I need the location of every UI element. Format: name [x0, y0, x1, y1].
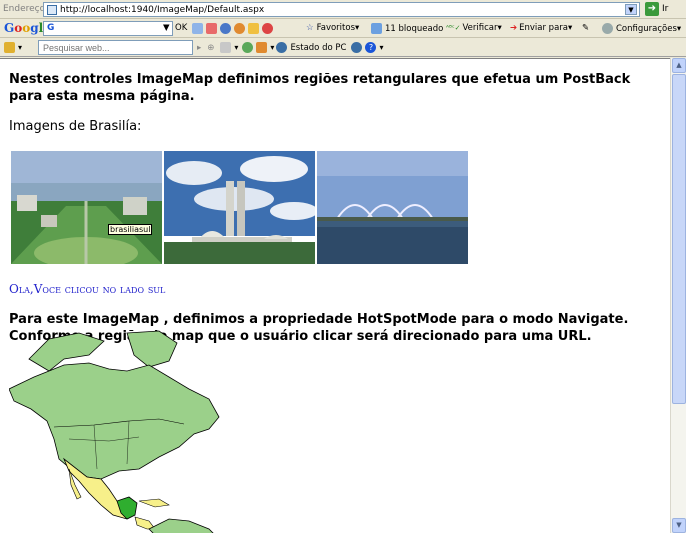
hotspot-tooltip: brasiliasul: [108, 224, 153, 235]
help-icon[interactable]: ?: [365, 42, 377, 53]
refresh-icon[interactable]: [234, 23, 245, 34]
star-icon: ☆: [306, 23, 314, 33]
settings-dropdown-icon: ▾: [676, 23, 682, 34]
spellcheck-label: Verificar: [462, 23, 498, 33]
google-search-input[interactable]: G: [43, 21, 173, 36]
send-to-button[interactable]: ➔ Enviar para ▾: [510, 23, 572, 33]
brasilia-aerial-photo: [11, 151, 162, 264]
network-icon[interactable]: [351, 42, 363, 53]
toolbar-icons: [192, 23, 276, 34]
scroll-down-icon[interactable]: ▼: [672, 518, 686, 533]
bridge-photo: [317, 151, 468, 264]
search-dropdown-icon[interactable]: ▼: [163, 23, 170, 33]
google-search-value: G: [47, 23, 55, 33]
navigate-line-1: Para este ImageMap , definimos a proprie…: [9, 312, 629, 327]
search-go-icon[interactable]: ▸: [197, 43, 201, 53]
settings-label: Configurações: [616, 23, 677, 34]
ok-button[interactable]: OK: [175, 23, 187, 33]
address-label: Endereço: [3, 4, 46, 14]
congress-photo: [164, 151, 315, 264]
shield-icon[interactable]: [242, 42, 254, 53]
images-label: Imagens de Brasilía:: [9, 119, 142, 134]
search-toolbar-buttons: ▸ ⊕ ▾ ▾ Estado do PC ? ▾: [197, 42, 383, 53]
spellcheck-dropdown-icon: ▾: [497, 23, 502, 33]
brasilia-center-hotspot[interactable]: [164, 151, 315, 264]
search-options-icon[interactable]: ⊕: [207, 43, 214, 53]
scroll-thumb[interactable]: [672, 74, 686, 404]
mail-icon[interactable]: [220, 42, 232, 53]
pc-status-icon[interactable]: [276, 42, 288, 53]
pagerank-icon[interactable]: [206, 23, 217, 34]
brasilia-north-hotspot[interactable]: [317, 151, 468, 264]
search-toolbar: ▾ ▸ ⊕ ▾ ▾ Estado do PC ? ▾: [0, 38, 686, 57]
page-icon: [47, 4, 57, 15]
mail-dropdown-icon[interactable]: ▾: [234, 43, 238, 52]
check-icon[interactable]: [256, 42, 268, 53]
abc-icon: ᴬᴮᶜ✓: [446, 24, 461, 32]
settings-button[interactable]: Configurações ▾: [602, 23, 681, 34]
toolbar-menu-icon[interactable]: ▾: [18, 43, 22, 52]
toolbar-logo-icon[interactable]: [4, 42, 15, 53]
favorites-dropdown-icon: ▾: [355, 23, 360, 33]
send-label: Enviar para: [519, 23, 568, 33]
news-icon[interactable]: [192, 23, 203, 34]
address-dropdown-icon[interactable]: ▼: [625, 4, 637, 15]
map-region-greenland[interactable]: [126, 330, 178, 368]
gear-icon: [602, 23, 613, 34]
send-dropdown-icon: ▾: [568, 23, 573, 33]
map-region-caribbean[interactable]: [138, 498, 170, 508]
popup-blocker-button[interactable]: 11 bloqueado: [371, 23, 443, 34]
brasilia-image-map: brasiliasul: [11, 151, 469, 264]
google-toolbar: Google G ▼ OK ☆ Favoritos ▾ 11 bloqueado…: [0, 19, 686, 38]
address-input[interactable]: http://localhost:1940/ImageMap/Default.a…: [43, 2, 640, 17]
scroll-up-icon[interactable]: ▲: [672, 58, 686, 73]
blocked-count: 11 bloqueado: [385, 23, 444, 34]
send-arrow-icon: ➔: [510, 23, 518, 33]
map-region-canada-usa[interactable]: [9, 362, 220, 480]
search-toolbar-icons: ▾: [4, 42, 22, 53]
favorites-label: Favoritos: [316, 23, 355, 33]
block-icon[interactable]: [262, 23, 273, 34]
pencil-icon[interactable]: ✎: [582, 23, 589, 33]
click-result-label: Ola,Voce clicou no lado sul: [9, 282, 166, 296]
check-dropdown-icon[interactable]: ▾: [270, 43, 274, 52]
favorites-button[interactable]: ☆ Favoritos ▾: [306, 23, 359, 33]
help-dropdown-icon[interactable]: ▾: [379, 43, 383, 52]
vertical-scrollbar[interactable]: ▲ ▼: [670, 58, 686, 533]
brasilia-south-hotspot[interactable]: brasiliasul: [11, 151, 162, 264]
north-america-image-map: [9, 330, 220, 533]
popup-blocker-icon: [371, 23, 382, 34]
address-url: http://localhost:1940/ImageMap/Default.a…: [60, 4, 265, 15]
globe-icon[interactable]: [220, 23, 231, 34]
spellcheck-button[interactable]: ᴬᴮᶜ✓ Verificar ▾: [446, 23, 502, 33]
intro-text: Nestes controles ImageMap definimos regi…: [9, 72, 631, 104]
map-region-south-america[interactable]: [148, 518, 219, 533]
pc-status-label[interactable]: Estado do PC: [290, 43, 346, 53]
page-content: Nestes controles ImageMap definimos regi…: [9, 71, 659, 135]
go-arrow-icon[interactable]: ➜: [645, 2, 659, 16]
go-button[interactable]: Ir: [662, 4, 668, 14]
address-bar: Endereço http://localhost:1940/ImageMap/…: [0, 0, 686, 19]
windows-icon[interactable]: [248, 23, 259, 34]
page-viewport: Nestes controles ImageMap definimos regi…: [0, 58, 670, 533]
web-search-input[interactable]: [38, 40, 193, 55]
